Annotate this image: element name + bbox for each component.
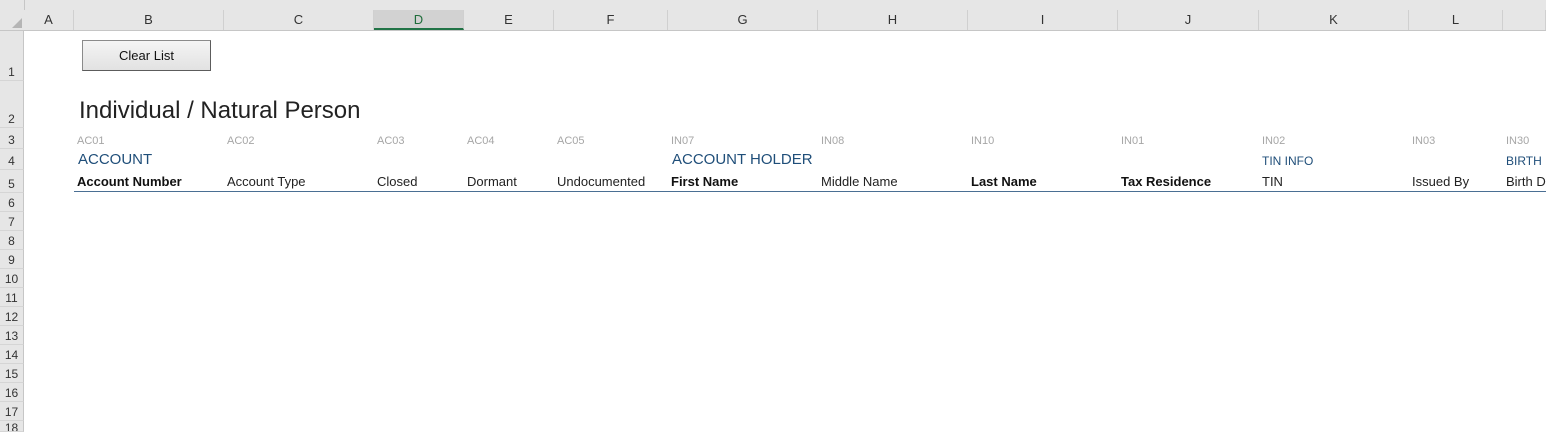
field-header-first-name[interactable]: First Name xyxy=(671,174,738,189)
row-header-18[interactable]: 18 xyxy=(0,421,24,432)
row-header-11[interactable]: 11 xyxy=(0,288,24,307)
header-underline xyxy=(74,191,1546,192)
column-header-d[interactable]: D xyxy=(374,10,464,30)
row-header-16[interactable]: 16 xyxy=(0,383,24,402)
row-header-9[interactable]: 9 xyxy=(0,250,24,269)
group-label-account: ACCOUNT xyxy=(78,151,153,168)
field-header-closed[interactable]: Closed xyxy=(377,174,417,189)
column-header-l[interactable]: L xyxy=(1409,10,1503,30)
field-code: AC05 xyxy=(557,135,585,147)
field-header-middle-name[interactable]: Middle Name xyxy=(821,174,898,189)
column-header-e[interactable]: E xyxy=(464,10,554,30)
row-header-4[interactable]: 4 xyxy=(0,149,24,170)
select-all-icon xyxy=(12,18,22,28)
field-header-undocumented[interactable]: Undocumented xyxy=(557,174,645,189)
column-header-k[interactable]: K xyxy=(1259,10,1409,30)
column-header-m-partial[interactable] xyxy=(1503,10,1546,30)
select-all-corner[interactable] xyxy=(0,0,25,30)
field-code: IN10 xyxy=(971,135,995,147)
group-label-tin-info: TIN INFO xyxy=(1262,154,1314,168)
row-header-14[interactable]: 14 xyxy=(0,345,24,364)
row-header-2[interactable]: 2 xyxy=(0,81,24,128)
field-code: IN30 xyxy=(1506,135,1530,147)
row-header-6[interactable]: 6 xyxy=(0,193,24,212)
field-code: AC02 xyxy=(227,135,255,147)
field-code: IN03 xyxy=(1412,135,1436,147)
row-header-17[interactable]: 17 xyxy=(0,402,24,421)
field-code: IN02 xyxy=(1262,135,1286,147)
column-header-h[interactable]: H xyxy=(818,10,968,30)
column-header-c[interactable]: C xyxy=(224,10,374,30)
column-header-i[interactable]: I xyxy=(968,10,1118,30)
field-header-last-name[interactable]: Last Name xyxy=(971,174,1037,189)
column-header-b[interactable]: B xyxy=(74,10,224,30)
column-header-j[interactable]: J xyxy=(1118,10,1259,30)
row-header-5[interactable]: 5 xyxy=(0,170,24,193)
field-header-account-type[interactable]: Account Type xyxy=(227,174,306,189)
field-header-birth-date[interactable]: Birth D xyxy=(1506,174,1546,189)
column-header-f[interactable]: F xyxy=(554,10,668,30)
field-code: IN07 xyxy=(671,135,695,147)
field-header-dormant[interactable]: Dormant xyxy=(467,174,517,189)
column-header-a[interactable]: A xyxy=(24,10,74,30)
row-header-10[interactable]: 10 xyxy=(0,269,24,288)
field-header-tin[interactable]: TIN xyxy=(1262,174,1283,189)
field-code: AC04 xyxy=(467,135,495,147)
clear-list-button[interactable]: Clear List xyxy=(82,40,211,71)
spreadsheet: A B C D E F G H I J K L 1 2 3 4 5 6 7 8 … xyxy=(0,0,1546,432)
field-code: IN08 xyxy=(821,135,845,147)
field-header-tax-residence[interactable]: Tax Residence xyxy=(1121,174,1211,189)
field-code: IN01 xyxy=(1121,135,1145,147)
field-code: AC03 xyxy=(377,135,405,147)
row-header-1[interactable]: 1 xyxy=(0,31,24,81)
group-label-account-holder: ACCOUNT HOLDER xyxy=(672,151,813,168)
row-header-7[interactable]: 7 xyxy=(0,212,24,231)
field-header-issued-by[interactable]: Issued By xyxy=(1412,174,1469,189)
page-title: Individual / Natural Person xyxy=(79,97,361,124)
group-label-birth: BIRTH I xyxy=(1506,154,1546,168)
row-header-3[interactable]: 3 xyxy=(0,128,24,149)
row-header-8[interactable]: 8 xyxy=(0,231,24,250)
column-header-g[interactable]: G xyxy=(668,10,818,30)
row-header-15[interactable]: 15 xyxy=(0,364,24,383)
row-header-13[interactable]: 13 xyxy=(0,326,24,345)
field-header-account-number[interactable]: Account Number xyxy=(77,174,182,189)
row-header-12[interactable]: 12 xyxy=(0,307,24,326)
field-code: AC01 xyxy=(77,135,105,147)
